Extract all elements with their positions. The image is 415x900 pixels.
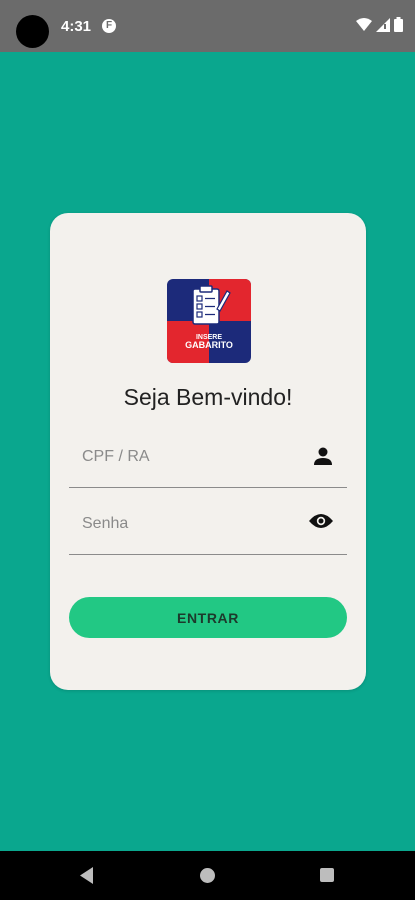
logo-text-bottom: GABARITO [185,340,233,350]
entrar-button[interactable]: ENTRAR [69,597,347,638]
cpf-ra-field [69,429,347,488]
senha-field [69,496,347,555]
eye-icon[interactable] [309,513,333,529]
cpf-ra-input[interactable] [69,429,302,485]
app-notification-icon: F [102,19,116,33]
login-card: INSERE GABARITO Seja Bem-vindo! ENTRAR [50,213,366,690]
wifi-icon [356,17,372,31]
person-icon [314,447,332,465]
app-logo-icon: INSERE GABARITO [167,279,251,363]
home-icon[interactable] [200,868,215,883]
back-icon[interactable] [79,867,95,884]
signal-icon [376,17,390,32]
senha-input[interactable] [69,496,302,552]
status-bar: 4:31 F [0,0,415,52]
status-icons [356,17,403,32]
camera-cutout [16,15,49,48]
welcome-title: Seja Bem-vindo! [123,384,293,410]
navigation-bar [0,851,415,900]
recents-icon[interactable] [320,868,334,882]
battery-icon [394,17,403,32]
status-time: 4:31 [61,18,92,35]
